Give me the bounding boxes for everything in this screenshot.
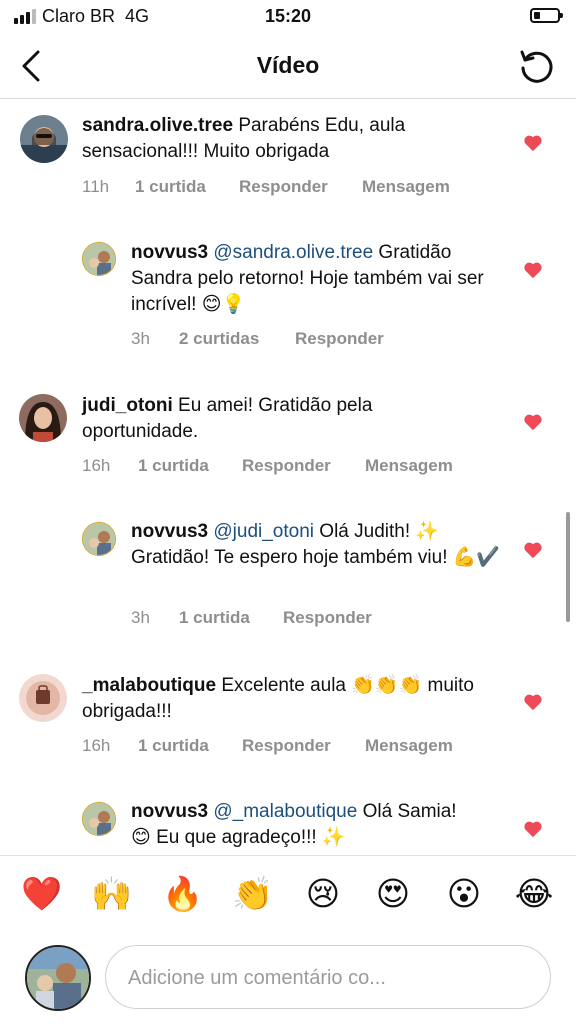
avatar[interactable] (82, 802, 116, 836)
refresh-icon (520, 50, 553, 83)
mention-link[interactable]: @_malaboutique (213, 801, 357, 822)
refresh-button[interactable] (516, 46, 556, 86)
comment-username[interactable]: novvus3 (131, 521, 208, 542)
comment-item: sandra.olive.tree Parabéns Edu, aula sen… (0, 98, 576, 228)
emoji-crying[interactable]: 😢 (303, 874, 343, 914)
emoji-heart-eyes[interactable]: 😍 (373, 874, 413, 914)
like-count[interactable]: 1 curtida (138, 736, 209, 756)
reply-button[interactable]: Responder (239, 177, 328, 197)
status-bar: Claro BR 4G 15:20 (0, 0, 576, 34)
like-count[interactable]: 1 curtida (138, 456, 209, 476)
heart-icon[interactable] (523, 820, 543, 838)
status-time: 15:20 (264, 6, 312, 26)
comment-text: novvus3 @judi_otoni Olá Judith! ✨ Gratid… (131, 519, 501, 571)
mention-link[interactable]: @judi_otoni (213, 521, 314, 542)
avatar[interactable] (19, 394, 67, 442)
reply-item: novvus3 @judi_otoni Olá Judith! ✨ Gratid… (0, 508, 576, 648)
emoji-joy[interactable]: 😂 (514, 874, 554, 914)
message-button[interactable]: Mensagem (365, 736, 453, 756)
emoji-surprised[interactable]: 😮 (444, 874, 484, 914)
comment-time: 16h (82, 456, 111, 475)
comment-item: _malaboutique Excelente aula 👏👏👏 muito o… (0, 658, 576, 788)
avatar[interactable] (19, 674, 67, 722)
avatar[interactable] (82, 522, 116, 556)
comment-text: novvus3 @sandra.olive.tree Gratidão Sand… (131, 240, 491, 318)
reply-button[interactable]: Responder (242, 736, 331, 756)
comment-username[interactable]: novvus3 (131, 242, 208, 263)
mention-link[interactable]: @sandra.olive.tree (213, 242, 373, 263)
like-count[interactable]: 2 curtidas (179, 329, 259, 349)
comment-time: 11h (82, 177, 110, 196)
avatar[interactable] (20, 115, 68, 163)
comment-input[interactable] (105, 945, 551, 1010)
heart-icon[interactable] (523, 261, 543, 279)
reply-item: novvus3 @sandra.olive.tree Gratidão Sand… (0, 228, 576, 368)
emoji-bar: ❤️ 🙌 🔥 👏 😢 😍 😮 😂 (0, 855, 576, 938)
scrollbar[interactable] (566, 512, 570, 622)
comment-text: _malaboutique Excelente aula 👏👏👏 muito o… (82, 673, 492, 725)
heart-icon[interactable] (523, 413, 543, 431)
own-avatar (25, 945, 91, 1011)
comment-username[interactable]: _malaboutique (82, 675, 216, 696)
emoji-raising-hands[interactable]: 🙌 (91, 874, 132, 914)
reply-item: novvus3 @_malaboutique Olá Samia! 😊 Eu q… (0, 788, 576, 855)
comment-time: 16h (82, 736, 111, 755)
comment-text: judi_otoni Eu amei! Gratidão pela oportu… (82, 393, 482, 445)
reply-button[interactable]: Responder (295, 329, 384, 349)
header: Vídeo (0, 34, 576, 99)
comment-username[interactable]: novvus3 (131, 801, 208, 822)
heart-icon[interactable] (523, 541, 543, 559)
comment-time: 3h (131, 329, 150, 348)
page-title: Vídeo (256, 52, 320, 78)
message-button[interactable]: Mensagem (362, 177, 450, 197)
comment-username[interactable]: judi_otoni (82, 395, 173, 416)
like-count[interactable]: 1 curtida (135, 177, 206, 197)
avatar[interactable] (82, 242, 116, 276)
comment-text: sandra.olive.tree Parabéns Edu, aula sen… (82, 113, 482, 165)
like-count[interactable]: 1 curtida (179, 608, 250, 628)
emoji-fire[interactable]: 🔥 (162, 874, 203, 914)
comment-input-field[interactable] (126, 946, 534, 1010)
heart-icon[interactable] (523, 134, 543, 152)
reply-button[interactable]: Responder (242, 456, 331, 476)
battery-icon (530, 8, 563, 23)
comment-text: novvus3 @_malaboutique Olá Samia! 😊 Eu q… (131, 799, 476, 851)
reply-button[interactable]: Responder (283, 608, 372, 628)
message-button[interactable]: Mensagem (365, 456, 453, 476)
heart-icon[interactable] (523, 693, 543, 711)
comment-username[interactable]: sandra.olive.tree (82, 115, 233, 136)
emoji-clap[interactable]: 👏 (232, 874, 273, 914)
comment-item: judi_otoni Eu amei! Gratidão pela oportu… (0, 378, 576, 508)
comment-time: 3h (131, 608, 150, 627)
emoji-heart[interactable]: ❤️ (21, 874, 62, 914)
